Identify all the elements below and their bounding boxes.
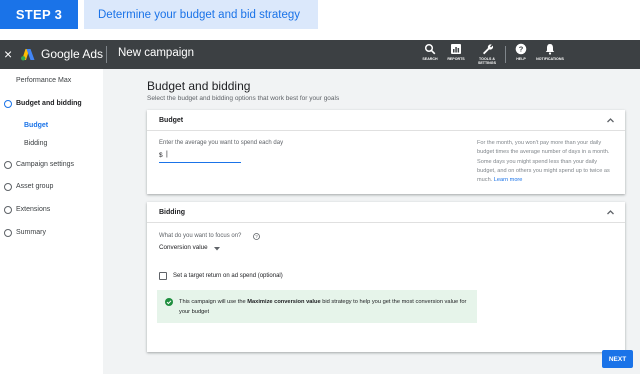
svg-text:?: ?	[519, 45, 524, 54]
sidebar-item-extensions[interactable]: Extensions	[16, 206, 50, 213]
close-icon[interactable]: ×	[4, 46, 12, 62]
info-prefix: This campaign will use the	[179, 299, 248, 305]
notifications-tool-label: NOTIFICATIONS	[536, 57, 564, 61]
next-button[interactable]: NEXT	[602, 350, 633, 368]
target-roas-label: Set a target return on ad spend (optiona…	[173, 273, 283, 279]
bidding-card-header[interactable]: Bidding	[147, 202, 625, 223]
text-cursor: |	[166, 151, 168, 158]
help-tool[interactable]: ? HELP	[505, 43, 537, 61]
radio-asset-group	[4, 183, 12, 191]
sidebar: Performance Max Budget and bidding Budge…	[0, 69, 103, 374]
bidding-card: Bidding What do you want to focus on? ? …	[147, 202, 625, 352]
target-roas-checkbox[interactable]	[159, 272, 167, 280]
tools-settings-label: TOOLS & SETTINGS	[478, 57, 496, 66]
focus-dropdown-value: Conversion value	[159, 244, 208, 251]
daily-budget-underline	[159, 162, 241, 163]
appbar-divider	[106, 46, 107, 63]
page-title: New campaign	[118, 47, 195, 59]
budget-card-title: Budget	[159, 117, 184, 124]
budget-card: Budget Enter the average you want to spe…	[147, 110, 625, 194]
notifications-tool[interactable]: NOTIFICATIONS	[534, 43, 566, 61]
budget-help-text: For the month, you won't pay more than y…	[477, 139, 615, 185]
sidebar-item-asset-group[interactable]: Asset group	[16, 183, 53, 190]
learn-more-link[interactable]: Learn more	[494, 177, 523, 183]
budget-card-header[interactable]: Budget	[147, 110, 625, 131]
sidebar-item-budget-and-bidding[interactable]: Budget and bidding	[16, 100, 82, 107]
svg-text:?: ?	[255, 234, 258, 239]
daily-budget-input[interactable]	[166, 151, 236, 161]
help-icon: ?	[515, 43, 527, 55]
sidebar-item-summary[interactable]: Summary	[16, 229, 46, 236]
focus-label: What do you want to focus on?	[159, 233, 242, 239]
tools-settings-tool[interactable]: TOOLS & SETTINGS	[471, 43, 503, 65]
help-circle-icon[interactable]: ?	[253, 233, 260, 240]
help-tool-label: HELP	[516, 57, 526, 61]
reports-tool[interactable]: REPORTS	[440, 43, 472, 61]
bell-icon	[545, 44, 555, 55]
currency-symbol: $	[159, 152, 163, 159]
sidebar-item-bidding[interactable]: Bidding	[24, 140, 47, 147]
sidebar-item-campaign-settings[interactable]: Campaign settings	[16, 161, 74, 168]
top-app-bar: × Google Ads New campaign SEARCH REPORTS…	[0, 40, 640, 69]
reports-tool-label: REPORTS	[447, 57, 465, 61]
main-content: Budget and bidding Select the budget and…	[103, 69, 640, 374]
chevron-up-icon[interactable]	[606, 208, 615, 217]
step-badge: STEP 3	[0, 0, 78, 29]
dropdown-arrow-icon	[214, 247, 220, 251]
step-title: Determine your budget and bid strategy	[84, 0, 318, 29]
check-circle-icon	[165, 298, 173, 306]
sidebar-item-budget[interactable]: Budget	[24, 122, 48, 129]
bidding-card-title: Bidding	[159, 209, 186, 216]
radio-summary	[4, 229, 12, 237]
radio-extensions	[4, 206, 12, 214]
step-banner: STEP 3 Determine your budget and bid str…	[0, 0, 640, 40]
strategy-info-box: This campaign will use the Maximize conv…	[157, 290, 477, 323]
focus-dropdown[interactable]: Conversion value	[159, 244, 221, 254]
section-subtitle: Select the budget and bidding options th…	[147, 95, 340, 102]
search-icon	[424, 43, 436, 55]
section-title: Budget and bidding	[147, 79, 251, 93]
info-strategy-name: Maximize conversion value	[247, 299, 321, 305]
product-name: Google Ads	[41, 47, 104, 61]
strategy-info-text: This campaign will use the Maximize conv…	[179, 297, 474, 317]
wrench-icon	[483, 44, 493, 55]
chevron-up-icon[interactable]	[606, 116, 615, 125]
radio-budget-and-bidding	[4, 100, 12, 108]
google-ads-logo-icon[interactable]	[20, 48, 36, 61]
reports-icon	[451, 44, 461, 54]
campaign-type-label: Performance Max	[16, 77, 72, 84]
radio-campaign-settings	[4, 161, 12, 169]
budget-field-label: Enter the average you want to spend each…	[159, 140, 284, 146]
